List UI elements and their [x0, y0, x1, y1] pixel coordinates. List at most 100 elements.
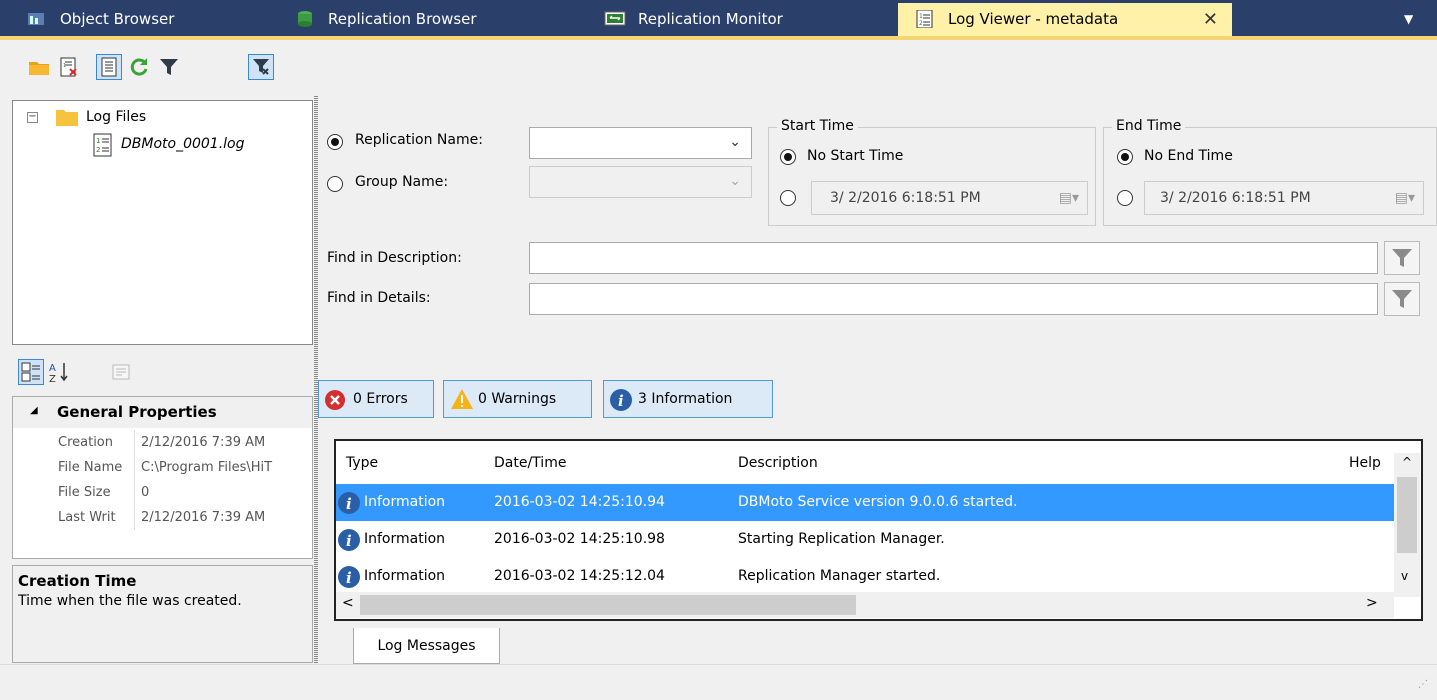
filter-icon[interactable]: [156, 54, 182, 80]
horizontal-scrollbar[interactable]: < >: [336, 592, 1394, 618]
filter-description-button[interactable]: [1384, 241, 1420, 275]
property-row[interactable]: Creation 2/12/2016 7:39 AM: [13, 430, 314, 455]
column-header-datetime[interactable]: Date/Time: [494, 455, 566, 471]
column-header-type[interactable]: Type: [346, 455, 378, 471]
scroll-down-icon[interactable]: v: [1401, 569, 1408, 583]
end-time-radio[interactable]: [1117, 190, 1133, 206]
replication-name-radio[interactable]: [327, 134, 343, 150]
start-time-radio[interactable]: [780, 190, 796, 206]
categorized-icon[interactable]: [18, 359, 44, 385]
filter-icon: [1392, 290, 1412, 308]
errors-toggle[interactable]: 0 Errors: [318, 380, 434, 418]
cell-type: Information: [364, 494, 446, 510]
filter-details-button[interactable]: [1384, 282, 1420, 316]
tab-label: Object Browser: [60, 10, 175, 28]
scroll-right-icon[interactable]: >: [1366, 595, 1378, 611]
scroll-up-icon[interactable]: ^: [1402, 455, 1412, 469]
cell-description: Starting Replication Manager.: [738, 531, 945, 547]
clear-log-icon[interactable]: 1: [56, 54, 82, 80]
info-icon: i: [610, 389, 632, 411]
replication-name-select[interactable]: ⌄: [529, 127, 752, 159]
column-header-description[interactable]: Description: [738, 455, 818, 471]
svg-text:i: i: [618, 392, 624, 410]
table-row[interactable]: i Information 2016-03-02 14:25:10.98 Sta…: [336, 521, 1397, 558]
tab-log-messages[interactable]: Log Messages: [353, 628, 500, 664]
tab-log-viewer[interactable]: 12 Log Viewer - metadata ✕: [898, 3, 1232, 36]
tab-replication-browser[interactable]: Replication Browser: [278, 3, 568, 36]
log-viewer-icon: 12: [916, 10, 933, 28]
calendar-dropdown-icon[interactable]: ▤▾: [1059, 182, 1079, 214]
property-pages-icon[interactable]: [108, 359, 134, 385]
resize-grip-icon[interactable]: ⋰: [1418, 679, 1428, 690]
end-time-title: End Time: [1112, 118, 1186, 134]
table-row[interactable]: i Information 2016-03-02 14:25:12.04 Rep…: [336, 558, 1397, 591]
status-bar: ⋰: [0, 664, 1437, 700]
property-value: 0: [134, 480, 312, 505]
calendar-dropdown-icon[interactable]: ▤▾: [1395, 182, 1415, 214]
scroll-thumb[interactable]: [1397, 477, 1417, 553]
tab-replication-monitor[interactable]: Replication Monitor: [588, 3, 888, 36]
svg-text:1: 1: [919, 13, 923, 20]
tree-file-item[interactable]: DBMoto_0001.log: [121, 136, 245, 152]
cell-datetime: 2016-03-02 14:25:10.98: [494, 531, 665, 547]
property-help-panel: Creation Time Time when the file was cre…: [12, 565, 313, 663]
find-description-input[interactable]: [529, 242, 1378, 274]
help-text: Time when the file was created.: [18, 593, 242, 609]
scroll-thumb[interactable]: [360, 595, 856, 615]
tab-object-browser[interactable]: Object Browser: [10, 3, 240, 36]
property-value: C:\Program Files\HiT: [134, 455, 312, 480]
end-time-value: 3/ 2/2016 6:18:51 PM: [1160, 190, 1311, 206]
scroll-left-icon[interactable]: <: [342, 595, 354, 611]
collapse-icon[interactable]: −: [27, 112, 38, 123]
no-end-time-radio[interactable]: [1117, 149, 1133, 165]
information-toggle[interactable]: i 3 Information: [603, 380, 773, 418]
group-name-select[interactable]: ⌄: [529, 166, 752, 198]
table-row[interactable]: i Information 2016-03-02 14:25:10.94 DBM…: [336, 484, 1397, 521]
category-header[interactable]: ◢ General Properties: [13, 397, 312, 428]
start-time-picker[interactable]: 3/ 2/2016 6:18:51 PM ▤▾: [811, 181, 1088, 215]
property-row[interactable]: File Name C:\Program Files\HiT: [13, 455, 314, 480]
column-header-help[interactable]: Help: [1349, 455, 1381, 471]
svg-text:2: 2: [919, 20, 923, 27]
property-row[interactable]: File Size 0: [13, 480, 314, 505]
close-icon[interactable]: ✕: [1203, 3, 1218, 36]
tree-root-label[interactable]: Log Files: [86, 109, 146, 125]
info-icon: i: [338, 492, 360, 514]
cell-datetime: 2016-03-02 14:25:10.94: [494, 494, 665, 510]
no-start-time-label: No Start Time: [807, 148, 904, 164]
replication-name-label: Replication Name:: [355, 132, 483, 148]
info-icon: i: [338, 529, 360, 551]
document-tab-bar: Object Browser Replication Browser Repli…: [0, 0, 1437, 40]
find-details-input[interactable]: [529, 283, 1378, 315]
property-row[interactable]: Last Writ 2/12/2016 7:39 AM: [13, 505, 314, 530]
clear-filter-icon[interactable]: [248, 54, 274, 80]
end-time-picker[interactable]: 3/ 2/2016 6:18:51 PM ▤▾: [1144, 181, 1424, 215]
property-key: File Size: [58, 485, 111, 500]
property-key: Last Writ: [58, 510, 116, 525]
properties-toolbar: AZ: [12, 348, 313, 396]
property-value: 2/12/2016 7:39 AM: [134, 430, 312, 455]
find-description-label: Find in Description:: [327, 250, 462, 266]
log-view-icon[interactable]: [96, 54, 122, 80]
errors-count: 0 Errors: [353, 391, 408, 407]
sort-alphabetical-icon[interactable]: AZ: [46, 359, 72, 385]
svg-text:i: i: [346, 532, 352, 550]
group-name-label: Group Name:: [355, 174, 449, 190]
tab-list-dropdown-icon[interactable]: ▼: [1404, 12, 1422, 30]
warnings-toggle[interactable]: 0 Warnings: [443, 380, 592, 418]
group-name-radio[interactable]: [327, 176, 343, 192]
refresh-icon[interactable]: [126, 54, 152, 80]
open-folder-icon[interactable]: [26, 54, 52, 80]
vertical-scrollbar[interactable]: ^ v: [1394, 453, 1420, 597]
replication-monitor-icon: [604, 11, 626, 26]
property-key: File Name: [58, 460, 123, 475]
svg-text:1: 1: [63, 63, 66, 69]
collapse-triangle-icon[interactable]: ◢: [30, 405, 38, 416]
svg-text:A: A: [49, 363, 56, 374]
cell-description: DBMoto Service version 9.0.0.6 started.: [738, 494, 1018, 510]
svg-text:i: i: [346, 569, 352, 587]
help-title: Creation Time: [18, 572, 137, 590]
property-key: Creation: [58, 435, 114, 450]
replication-browser-icon: [298, 11, 312, 27]
no-start-time-radio[interactable]: [780, 149, 796, 165]
